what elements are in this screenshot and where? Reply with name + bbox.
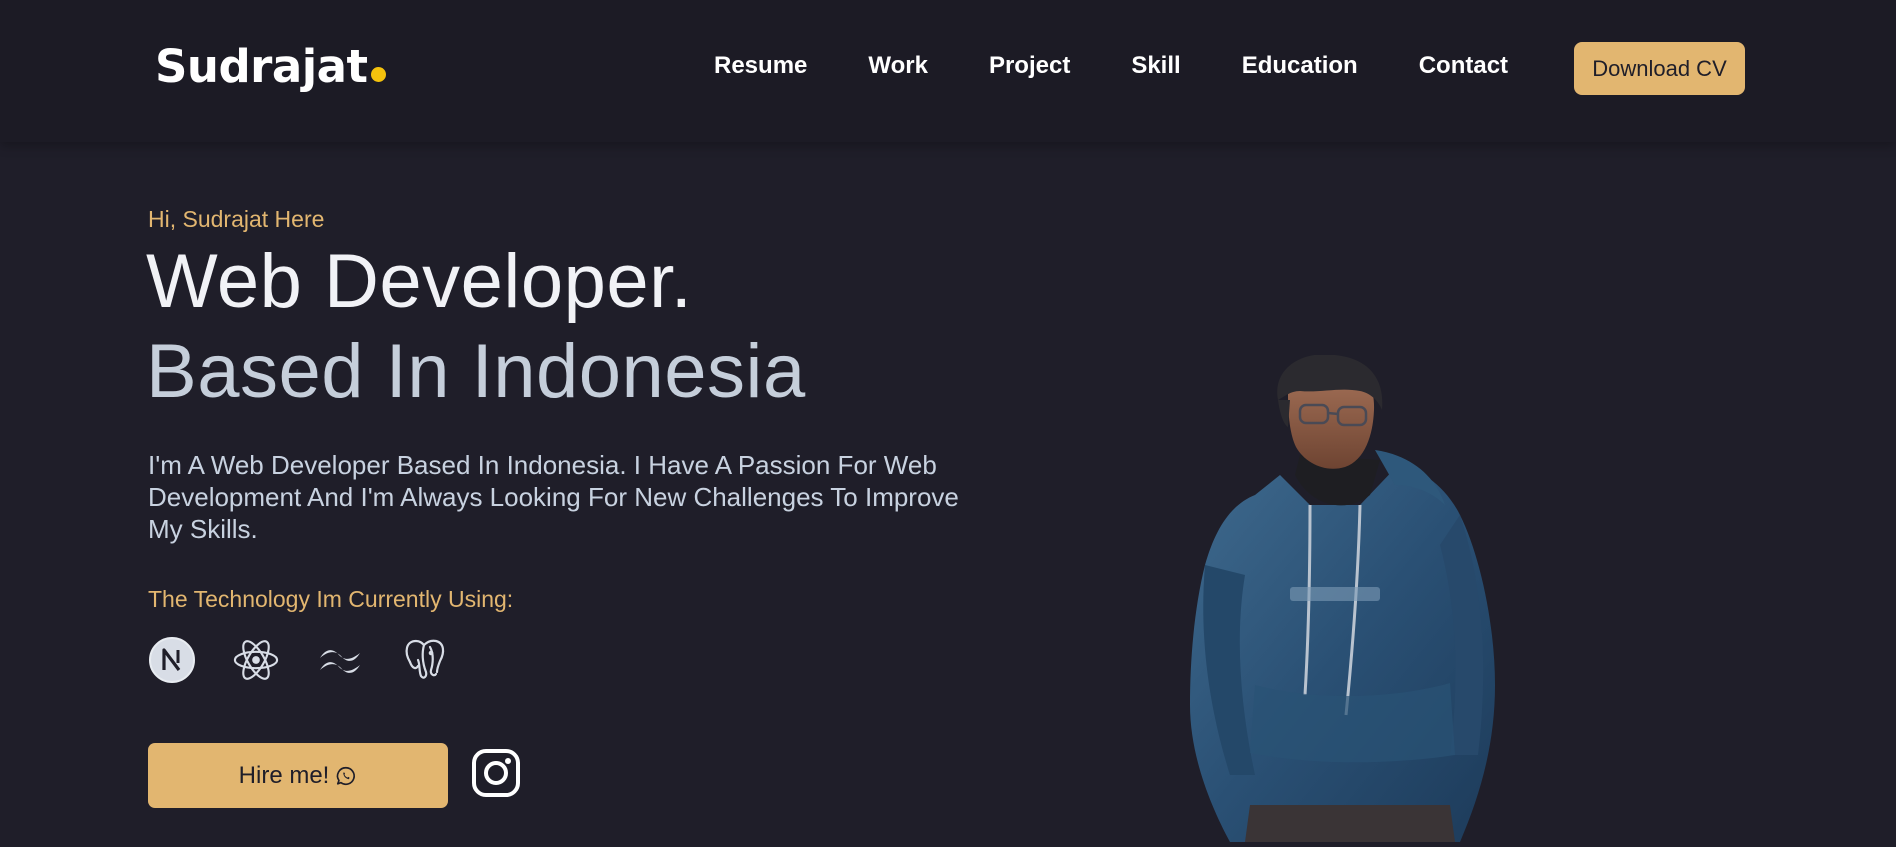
logo-dot (370, 67, 386, 82)
tech-title: The Technology Im Currently Using: (148, 586, 514, 612)
nextjs-icon (148, 636, 196, 684)
postgresql-icon (400, 636, 448, 684)
tech-icons (148, 636, 484, 684)
site-header: Sudrajat Resume Work Project Skill Educa… (0, 0, 1896, 142)
logo[interactable]: Sudrajat (155, 40, 386, 93)
headline-secondary: Based In Indonesia (146, 329, 806, 414)
nav-item-resume[interactable]: Resume (714, 52, 807, 80)
hire-me-button[interactable]: Hire me! (148, 743, 448, 808)
logo-text: Sudrajat (155, 40, 368, 93)
main-nav: Resume Work Project Skill Education Cont… (714, 52, 1508, 80)
greeting: Hi, Sudrajat Here (148, 206, 325, 232)
instagram-icon[interactable] (471, 748, 521, 798)
headline-primary: Web Developer. (146, 239, 693, 324)
nav-item-skill[interactable]: Skill (1131, 52, 1180, 80)
nav-item-education[interactable]: Education (1242, 52, 1358, 80)
tailwind-icon (316, 636, 364, 684)
download-cv-button[interactable]: Download CV (1574, 42, 1745, 95)
nav-item-work[interactable]: Work (868, 52, 928, 80)
profile-photo (1160, 354, 1530, 842)
nav-item-contact[interactable]: Contact (1419, 52, 1508, 80)
react-icon (232, 636, 280, 684)
whatsapp-icon (335, 765, 357, 787)
hire-me-label: Hire me! (238, 761, 330, 789)
nav-item-project[interactable]: Project (989, 52, 1070, 80)
hero-description: I'm A Web Developer Based In Indonesia. … (148, 450, 959, 544)
